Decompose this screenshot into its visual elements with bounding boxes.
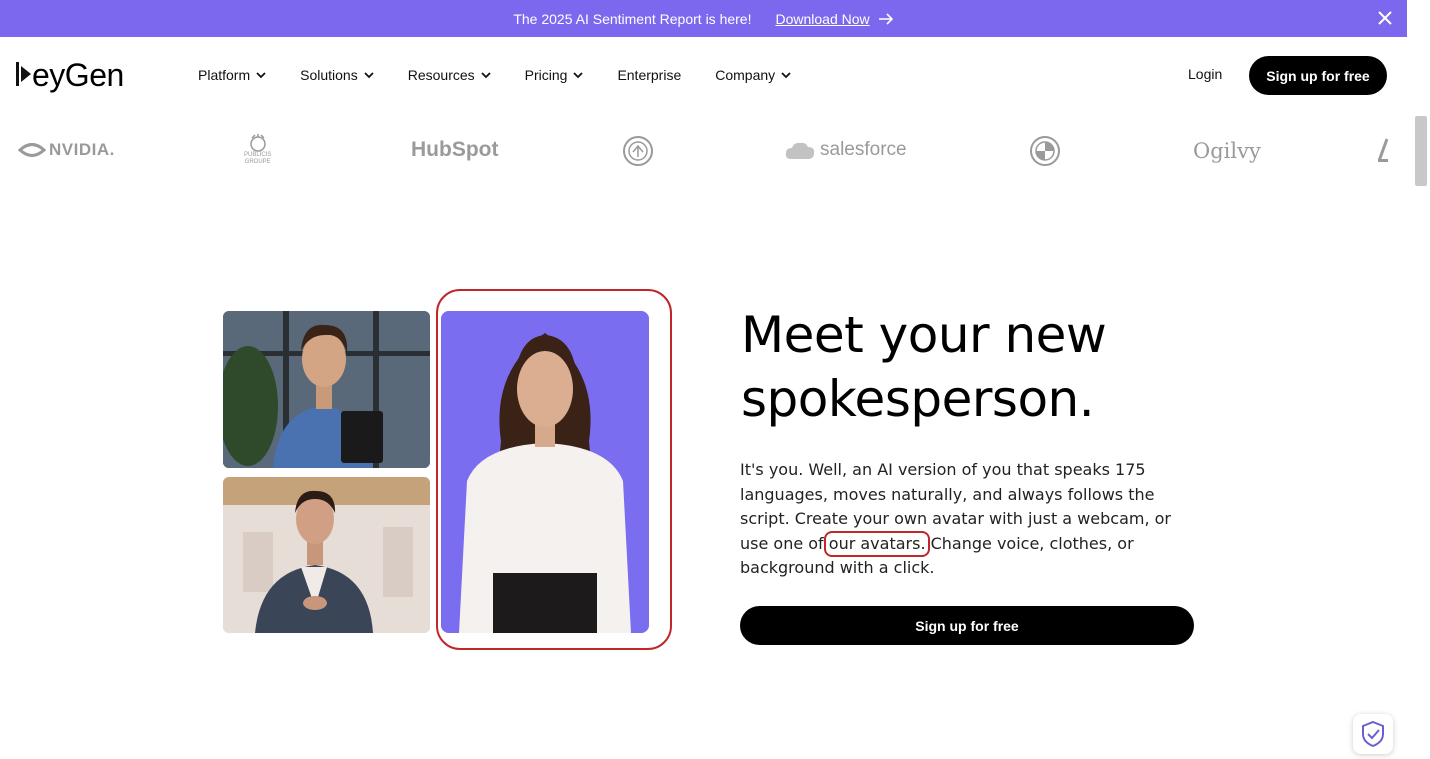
nav-solutions-label: Solutions <box>300 67 358 83</box>
publicis-subtext: GROUPE <box>244 159 271 165</box>
nav-resources-label: Resources <box>407 67 475 83</box>
avatar-photo-man-tablet <box>223 311 430 468</box>
login-link[interactable]: Login <box>1188 66 1222 82</box>
chevron-down-icon <box>481 71 491 78</box>
heygen-logo[interactable]: eyGen <box>16 57 124 94</box>
nvidia-logo: NVIDIA. <box>18 140 115 160</box>
publicis-lion-icon <box>249 134 266 152</box>
salesforce-cloud-icon <box>785 142 815 159</box>
publicis-logo: PUBLICIS GROUPE <box>244 134 271 166</box>
nav-platform-label: Platform <box>198 67 251 83</box>
announcement-banner: The 2025 AI Sentiment Report is here! Do… <box>0 0 1407 37</box>
partial-logo <box>1378 137 1388 163</box>
site-header: eyGen Platform Solutions Resources Prici… <box>0 37 1407 113</box>
chevron-down-icon <box>256 71 266 78</box>
shield-check-icon <box>1362 720 1384 748</box>
nav-solutions[interactable]: Solutions <box>300 67 374 83</box>
salesforce-logo: salesforce <box>784 139 907 161</box>
ogilvy-logo: Ogilvy <box>1193 139 1261 163</box>
banner-message: The 2025 AI Sentiment Report is here! <box>513 10 752 27</box>
nvidia-eye-icon <box>18 143 46 157</box>
nvidia-text: NVIDIA. <box>49 140 115 159</box>
publicis-text: PUBLICIS <box>244 152 272 158</box>
arrow-right-icon <box>878 12 893 25</box>
nav-enterprise[interactable]: Enterprise <box>617 67 681 83</box>
chevron-down-icon <box>364 71 374 78</box>
hubspot-text: HubSpot <box>411 138 499 161</box>
hero-headline: Meet your new spokesperson. <box>741 306 1107 428</box>
download-now-link[interactable]: Download Now <box>775 11 893 27</box>
nav-pricing-label: Pricing <box>524 67 568 83</box>
logo-text: eyGen <box>32 57 124 93</box>
nav-company[interactable]: Company <box>715 67 791 83</box>
our-avatars-link[interactable]: our avatars. <box>829 534 926 553</box>
salesforce-text: salesforce <box>820 139 907 160</box>
main-nav: Platform Solutions Resources Pricing Ent… <box>198 37 825 113</box>
privacy-shield-button[interactable] <box>1353 714 1393 754</box>
seal-icon <box>623 136 653 166</box>
bmw-roundel-icon <box>1030 136 1060 166</box>
nav-company-label: Company <box>715 67 776 83</box>
ogilvy-text: Ogilvy <box>1193 139 1261 163</box>
customer-logos: NVIDIA. PUBLICIS GROUPE HubSpot salesfor… <box>0 125 1400 180</box>
avatar-man-suit-illustration <box>223 477 430 633</box>
bmw-logo <box>1029 135 1061 167</box>
chevron-down-icon <box>781 71 791 78</box>
featured-avatar-highlight[interactable] <box>436 289 672 650</box>
nav-resources[interactable]: Resources <box>408 67 491 83</box>
signup-button-header[interactable]: Sign up for free <box>1249 56 1387 95</box>
avatar-man-tablet-illustration <box>223 311 430 468</box>
close-icon[interactable] <box>1375 8 1395 28</box>
hubspot-logo: HubSpot <box>411 138 498 162</box>
download-now-label: Download Now <box>775 10 870 27</box>
hero-body: It's you. Well, an AI version of you tha… <box>740 458 1200 581</box>
signup-button-hero[interactable]: Sign up for free <box>740 606 1194 645</box>
scrollbar-thumb[interactable] <box>1415 116 1427 186</box>
partial-logo-icon <box>1378 138 1388 162</box>
avatar-photo-man-suit <box>223 477 430 633</box>
nav-platform[interactable]: Platform <box>198 67 266 83</box>
nav-pricing[interactable]: Pricing <box>525 67 584 83</box>
heygen-logo-mark <box>16 61 31 86</box>
seal-logo <box>622 135 654 167</box>
nav-enterprise-label: Enterprise <box>617 67 682 83</box>
chevron-down-icon <box>573 71 584 78</box>
